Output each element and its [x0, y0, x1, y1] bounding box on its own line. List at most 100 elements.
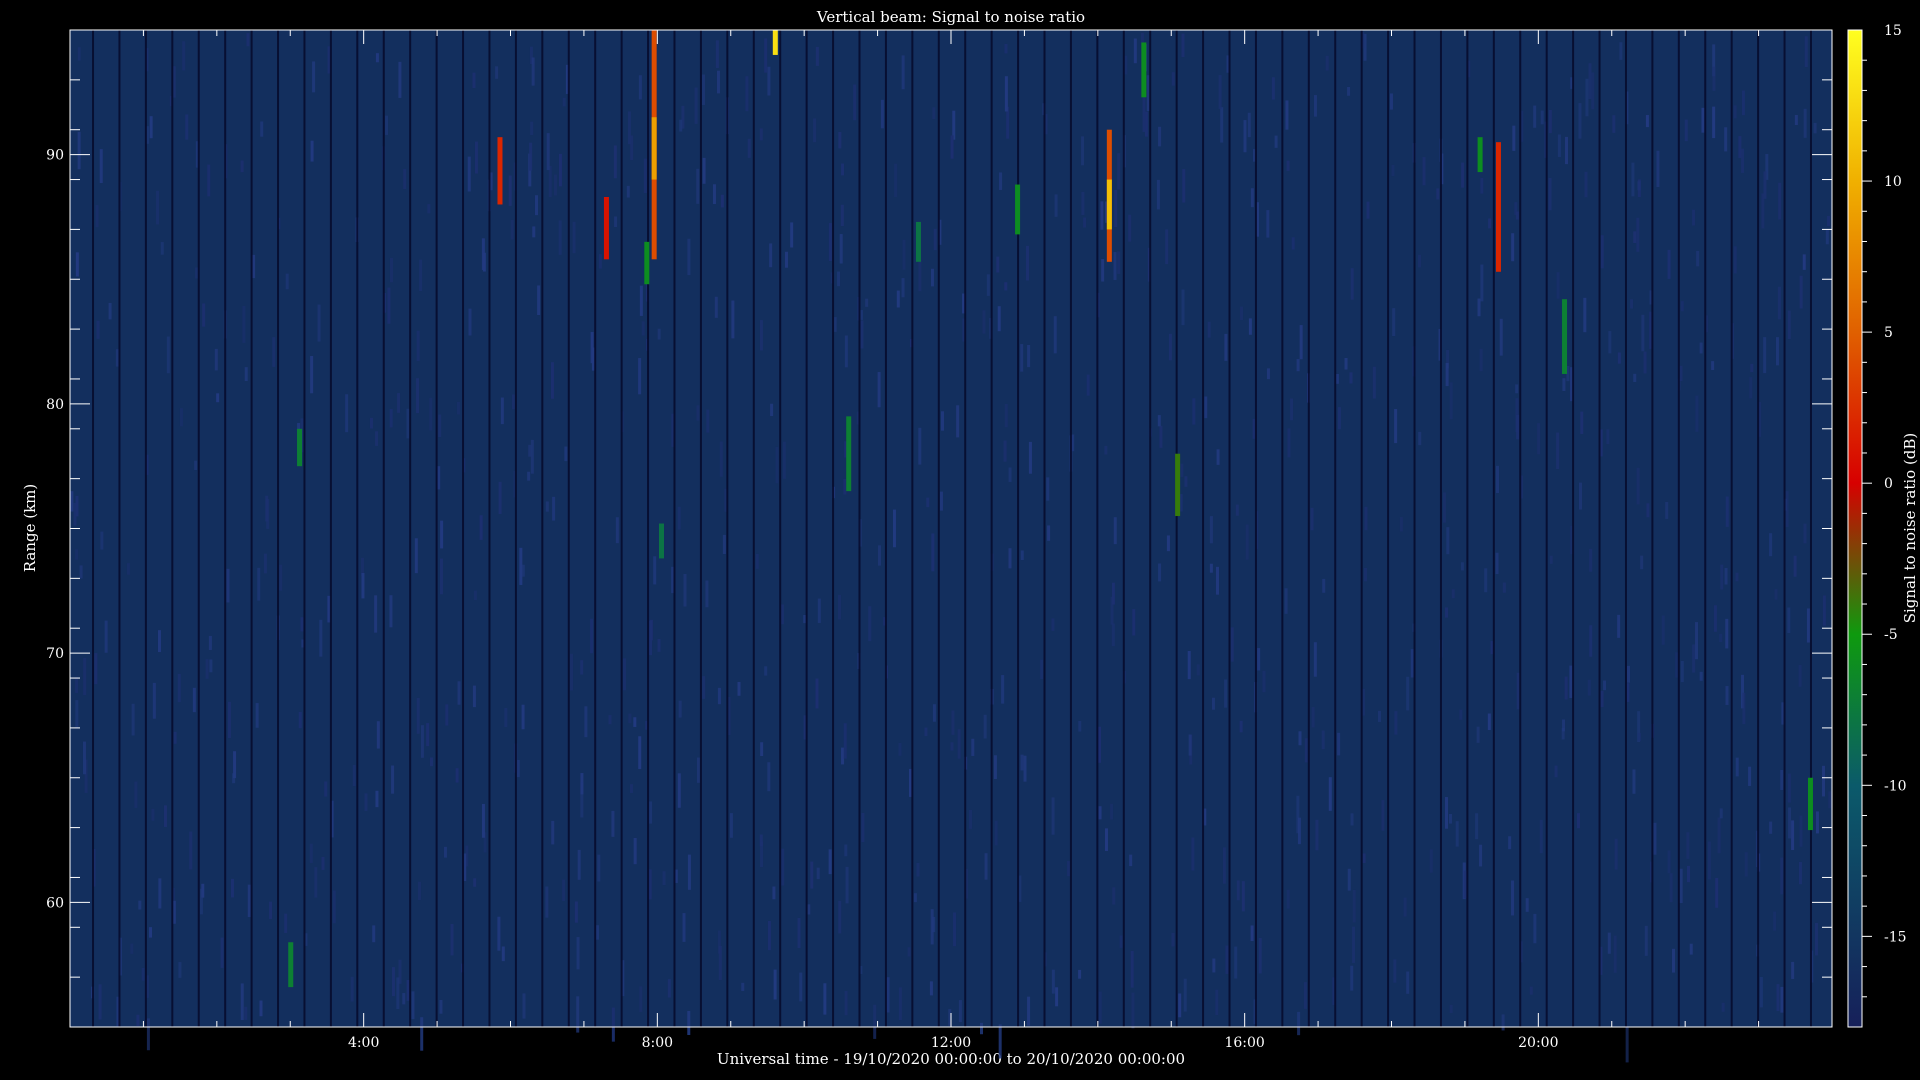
column-gap	[990, 30, 993, 1027]
echo-mark	[644, 241, 650, 285]
echo-mark	[772, 30, 778, 55]
echo-mark	[1562, 299, 1568, 374]
column-gap	[805, 30, 808, 1027]
column-gap	[1757, 30, 1760, 1027]
column-gap	[541, 30, 544, 1027]
echo-mark	[846, 416, 852, 492]
column-gap	[937, 30, 940, 1027]
echo-mark	[603, 196, 609, 260]
plot-background	[70, 30, 1832, 1027]
colorbar-tick-label: 10	[1884, 174, 1902, 190]
column-gap	[462, 30, 465, 1027]
y-tick-label: 80	[46, 397, 64, 413]
echo-mark	[659, 523, 665, 559]
column-gap	[1281, 30, 1284, 1027]
column-gap	[250, 30, 253, 1027]
heatmap-chart: 4:00 8:00 12:00 16:00 20:00 60 70 80 90 15 10 5 0 -…	[46, 23, 1907, 1063]
x-tick-label: 12:00	[931, 1035, 971, 1051]
column-gap	[1254, 30, 1257, 1027]
colorbar-tick-label: -5	[1884, 627, 1898, 643]
x-tick-label: 16:00	[1224, 1035, 1264, 1051]
x-tick-label: 20:00	[1518, 1035, 1558, 1051]
column-gap	[1624, 30, 1627, 1027]
column-gap	[1202, 30, 1205, 1027]
column-gap	[514, 30, 517, 1027]
colorbar-tick-label: -15	[1884, 929, 1907, 945]
plot-area	[70, 30, 1832, 1063]
echo-mark	[1477, 137, 1483, 173]
x-tick-label: 4:00	[348, 1035, 379, 1051]
column-gap	[1069, 30, 1072, 1027]
column-gap	[726, 30, 729, 1027]
x-tick-label: 8:00	[642, 1035, 673, 1051]
column-gap	[1783, 30, 1786, 1027]
column-gap	[197, 30, 200, 1027]
column-gap	[1545, 30, 1548, 1027]
column-gap	[647, 30, 650, 1027]
column-gap	[1043, 30, 1046, 1027]
column-gap	[118, 30, 121, 1027]
column-gap	[832, 30, 835, 1027]
column-gap	[1122, 30, 1125, 1027]
column-gap	[382, 30, 385, 1027]
column-gap	[1439, 30, 1442, 1027]
column-gap	[752, 30, 755, 1027]
column-gap	[1466, 30, 1469, 1027]
column-gap	[1228, 30, 1231, 1027]
echo-mark	[288, 942, 294, 988]
column-gap	[488, 30, 491, 1027]
column-gap	[303, 30, 306, 1027]
echo-mark	[1015, 184, 1021, 235]
column-gap	[1651, 30, 1654, 1027]
y-tick-label: 60	[46, 895, 64, 911]
column-gap	[779, 30, 782, 1027]
column-gap	[329, 30, 332, 1027]
echo-mark	[1141, 42, 1147, 98]
echo-mark	[1807, 777, 1813, 831]
column-gap	[1017, 30, 1020, 1027]
echo-mark	[497, 137, 503, 205]
column-gap	[1519, 30, 1522, 1027]
column-gap	[1572, 30, 1575, 1027]
column-gap	[1677, 30, 1680, 1027]
column-gap	[620, 30, 623, 1027]
column-gap	[699, 30, 702, 1027]
column-gap	[594, 30, 597, 1027]
column-gap	[1307, 30, 1310, 1027]
column-gap	[1387, 30, 1390, 1027]
echo-mark	[297, 428, 303, 467]
column-gap	[1492, 30, 1495, 1027]
column-gap	[277, 30, 280, 1027]
echo-mark	[915, 221, 921, 262]
y-tick-label: 70	[46, 646, 64, 662]
column-gap	[144, 30, 147, 1027]
colorbar: 15 10 5 0 -5 -10 -15	[1847, 23, 1907, 1028]
column-gap	[1360, 30, 1363, 1027]
echo-mark	[1106, 179, 1112, 230]
column-gap	[1096, 30, 1099, 1027]
colorbar-tick-label: 5	[1884, 325, 1893, 341]
column-gap	[171, 30, 174, 1027]
echo-mark	[1495, 142, 1501, 272]
column-gap	[884, 30, 887, 1027]
y-tick-label: 90	[46, 148, 64, 164]
echo-mark	[1175, 453, 1181, 517]
colorbar-tick-label: -10	[1884, 778, 1907, 794]
column-gap	[911, 30, 914, 1027]
column-gap	[1413, 30, 1416, 1027]
column-gap	[964, 30, 967, 1027]
column-gap	[1175, 30, 1178, 1027]
column-gap	[1704, 30, 1707, 1027]
column-gap	[435, 30, 438, 1027]
column-gap	[1809, 30, 1812, 1027]
column-gap	[92, 30, 95, 1027]
column-gap	[1730, 30, 1733, 1027]
column-gap	[858, 30, 861, 1027]
column-gap	[409, 30, 412, 1027]
column-gap	[673, 30, 676, 1027]
column-gap	[1149, 30, 1152, 1027]
colorbar-scale	[1847, 29, 1863, 1028]
column-gap	[1334, 30, 1337, 1027]
column-gap	[224, 30, 227, 1027]
column-gap	[567, 30, 570, 1027]
